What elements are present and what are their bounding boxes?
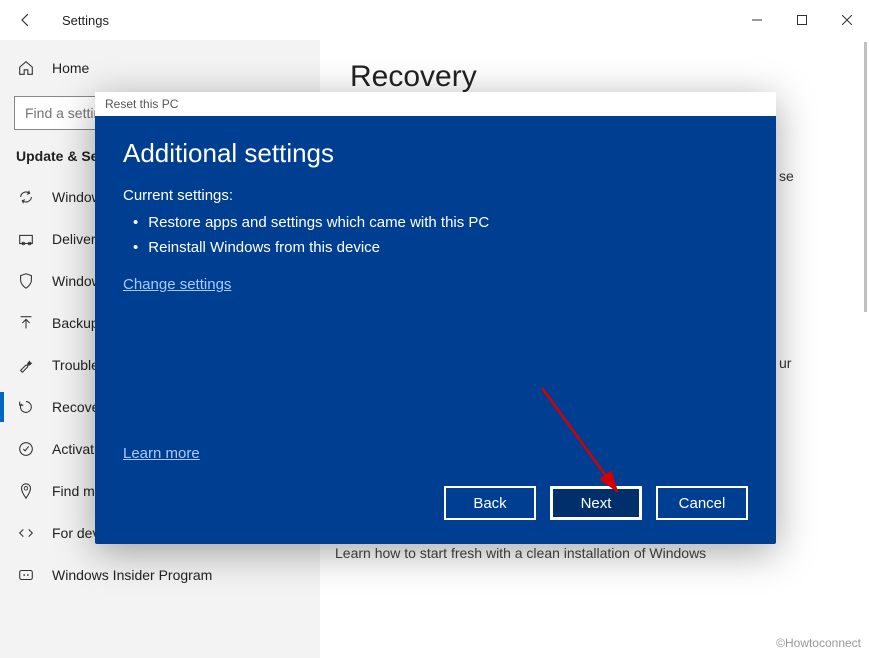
- watermark: ©Howtoconnect: [776, 636, 861, 650]
- sidebar-item-insider[interactable]: Windows Insider Program: [0, 554, 320, 596]
- check-icon: [16, 439, 36, 459]
- back-button[interactable]: [10, 4, 42, 36]
- sync-icon: [16, 187, 36, 207]
- dialog-title: Reset this PC: [95, 92, 776, 116]
- change-settings-link[interactable]: Change settings: [123, 276, 231, 293]
- insider-icon: [16, 565, 36, 585]
- start-fresh-link[interactable]: Learn how to start fresh with a clean in…: [335, 545, 706, 561]
- cancel-button[interactable]: Cancel: [656, 486, 748, 520]
- delivery-icon: [16, 229, 36, 249]
- location-icon: [16, 481, 36, 501]
- partial-text: ur: [779, 355, 829, 371]
- sidebar-item-label: Windows Insider Program: [52, 567, 212, 583]
- minimize-button[interactable]: [734, 5, 779, 35]
- sidebar-home-label: Home: [52, 60, 89, 76]
- sidebar-home[interactable]: Home: [0, 50, 320, 86]
- window-controls: [734, 5, 869, 35]
- dialog-footer: Back Next Cancel: [95, 486, 776, 544]
- backup-icon: [16, 313, 36, 333]
- window-title: Settings: [62, 13, 109, 28]
- current-settings-label: Current settings:: [123, 187, 748, 204]
- home-icon: [16, 58, 36, 78]
- dialog-heading: Additional settings: [123, 138, 748, 169]
- close-button[interactable]: [824, 5, 869, 35]
- shield-icon: [16, 271, 36, 291]
- settings-list: Restore apps and settings which came wit…: [123, 210, 748, 260]
- wrench-icon: [16, 355, 36, 375]
- back-button[interactable]: Back: [444, 486, 536, 520]
- scrollbar[interactable]: [864, 42, 867, 312]
- learn-more-link[interactable]: Learn more: [123, 445, 200, 462]
- partial-text: se: [779, 168, 829, 184]
- developers-icon: [16, 523, 36, 543]
- sidebar-item-label: Backup: [52, 315, 99, 331]
- titlebar: Settings: [0, 0, 869, 40]
- reset-pc-dialog: Reset this PC Additional settings Curren…: [95, 92, 776, 544]
- next-button[interactable]: Next: [550, 486, 642, 520]
- recovery-icon: [16, 397, 36, 417]
- maximize-button[interactable]: [779, 5, 824, 35]
- settings-list-item: Restore apps and settings which came wit…: [127, 210, 748, 235]
- page-title: Recovery: [350, 60, 839, 94]
- settings-list-item: Reinstall Windows from this device: [127, 235, 748, 260]
